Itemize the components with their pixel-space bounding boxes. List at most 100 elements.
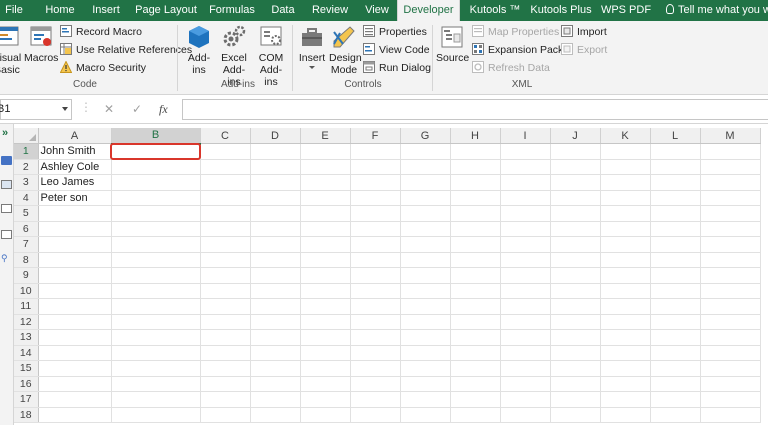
cell-f9[interactable] bbox=[350, 267, 401, 284]
cell-j11[interactable] bbox=[550, 298, 601, 315]
cell-f15[interactable] bbox=[350, 360, 401, 377]
cell-h8[interactable] bbox=[450, 252, 501, 268]
cell-j7[interactable] bbox=[550, 236, 601, 253]
cell-k10[interactable] bbox=[600, 283, 651, 299]
cell-h17[interactable] bbox=[450, 391, 501, 408]
cell-e10[interactable] bbox=[300, 283, 351, 299]
cell-f14[interactable] bbox=[350, 345, 401, 361]
cell-l14[interactable] bbox=[650, 345, 701, 361]
cell-e6[interactable] bbox=[300, 221, 351, 237]
row-header[interactable]: 12 bbox=[14, 314, 39, 330]
cell-i10[interactable] bbox=[500, 283, 551, 299]
use-relative-references-button[interactable]: Use Relative References bbox=[60, 42, 192, 58]
insert-function-icon[interactable]: fx bbox=[159, 102, 168, 117]
cell-f5[interactable] bbox=[350, 205, 401, 222]
cell-f1[interactable] bbox=[350, 143, 401, 160]
cell-k4[interactable] bbox=[600, 190, 651, 206]
cell-b12[interactable] bbox=[111, 314, 201, 330]
macros-button[interactable]: Macros bbox=[24, 24, 58, 64]
design-mode-button[interactable]: Design Mode bbox=[328, 24, 362, 76]
cell-b7[interactable] bbox=[111, 236, 201, 253]
select-all-corner[interactable] bbox=[14, 128, 39, 144]
cell-m7[interactable] bbox=[700, 236, 761, 253]
cell-e16[interactable] bbox=[300, 376, 351, 392]
column-header-g[interactable]: G bbox=[400, 128, 451, 144]
cell-h14[interactable] bbox=[450, 345, 501, 361]
row-header[interactable]: 3 bbox=[14, 174, 39, 191]
cell-l15[interactable] bbox=[650, 360, 701, 377]
cell-g7[interactable] bbox=[400, 236, 451, 253]
workbook-sheets-icon[interactable] bbox=[1, 156, 12, 165]
cell-a9[interactable] bbox=[38, 267, 112, 284]
tab-kutools-plus[interactable]: Kutools Plus bbox=[529, 0, 593, 21]
cell-h10[interactable] bbox=[450, 283, 501, 299]
cell-l17[interactable] bbox=[650, 391, 701, 408]
cell-j18[interactable] bbox=[550, 407, 601, 423]
row-header[interactable]: 9 bbox=[14, 267, 39, 284]
cell-c3[interactable] bbox=[200, 174, 251, 191]
cell-e1[interactable] bbox=[300, 143, 351, 160]
cell-l7[interactable] bbox=[650, 236, 701, 253]
row-header[interactable]: 11 bbox=[14, 298, 39, 315]
cell-i14[interactable] bbox=[500, 345, 551, 361]
cell-l11[interactable] bbox=[650, 298, 701, 315]
cell-a11[interactable] bbox=[38, 298, 112, 315]
cell-m15[interactable] bbox=[700, 360, 761, 377]
cell-c9[interactable] bbox=[200, 267, 251, 284]
cell-a16[interactable] bbox=[38, 376, 112, 392]
cell-d6[interactable] bbox=[250, 221, 301, 237]
cell-m10[interactable] bbox=[700, 283, 761, 299]
tab-page-layout[interactable]: Page Layout bbox=[134, 0, 198, 21]
column-header-e[interactable]: E bbox=[300, 128, 351, 144]
refresh-data-button[interactable]: Refresh Data bbox=[472, 60, 550, 76]
cell-l3[interactable] bbox=[650, 174, 701, 191]
cell-h9[interactable] bbox=[450, 267, 501, 284]
tab-wps-pdf[interactable]: WPS PDF bbox=[600, 0, 652, 21]
cell-c6[interactable] bbox=[200, 221, 251, 237]
column-header-j[interactable]: J bbox=[550, 128, 601, 144]
tab-file[interactable]: File bbox=[0, 0, 28, 21]
cell-e18[interactable] bbox=[300, 407, 351, 423]
cell-e5[interactable] bbox=[300, 205, 351, 222]
add-ins-button[interactable]: Add-ins bbox=[185, 24, 213, 76]
cell-d10[interactable] bbox=[250, 283, 301, 299]
cell-g2[interactable] bbox=[400, 159, 451, 175]
cell-j9[interactable] bbox=[550, 267, 601, 284]
cell-g4[interactable] bbox=[400, 190, 451, 206]
cell-g9[interactable] bbox=[400, 267, 451, 284]
cell-c10[interactable] bbox=[200, 283, 251, 299]
cell-h18[interactable] bbox=[450, 407, 501, 423]
cell-l16[interactable] bbox=[650, 376, 701, 392]
cell-c18[interactable] bbox=[200, 407, 251, 423]
cell-j2[interactable] bbox=[550, 159, 601, 175]
cell-k17[interactable] bbox=[600, 391, 651, 408]
cell-j5[interactable] bbox=[550, 205, 601, 222]
cell-b14[interactable] bbox=[111, 345, 201, 361]
cell-a17[interactable] bbox=[38, 391, 112, 408]
cell-m13[interactable] bbox=[700, 329, 761, 346]
cell-l12[interactable] bbox=[650, 314, 701, 330]
cell-d13[interactable] bbox=[250, 329, 301, 346]
cell-i4[interactable] bbox=[500, 190, 551, 206]
cell-k9[interactable] bbox=[600, 267, 651, 284]
cell-j14[interactable] bbox=[550, 345, 601, 361]
cell-a13[interactable] bbox=[38, 329, 112, 346]
cell-i13[interactable] bbox=[500, 329, 551, 346]
cell-f2[interactable] bbox=[350, 159, 401, 175]
cell-j15[interactable] bbox=[550, 360, 601, 377]
cell-f18[interactable] bbox=[350, 407, 401, 423]
cell-e8[interactable] bbox=[300, 252, 351, 268]
cell-i3[interactable] bbox=[500, 174, 551, 191]
cell-e4[interactable] bbox=[300, 190, 351, 206]
cell-d1[interactable] bbox=[250, 143, 301, 160]
cell-a8[interactable] bbox=[38, 252, 112, 268]
row-header[interactable]: 8 bbox=[14, 252, 39, 268]
row-header[interactable]: 18 bbox=[14, 407, 39, 423]
column-header-i[interactable]: I bbox=[500, 128, 551, 144]
cell-k14[interactable] bbox=[600, 345, 651, 361]
cell-i2[interactable] bbox=[500, 159, 551, 175]
cell-l18[interactable] bbox=[650, 407, 701, 423]
column-header-d[interactable]: D bbox=[250, 128, 301, 144]
column-header-b[interactable]: B bbox=[111, 128, 201, 145]
cell-c17[interactable] bbox=[200, 391, 251, 408]
